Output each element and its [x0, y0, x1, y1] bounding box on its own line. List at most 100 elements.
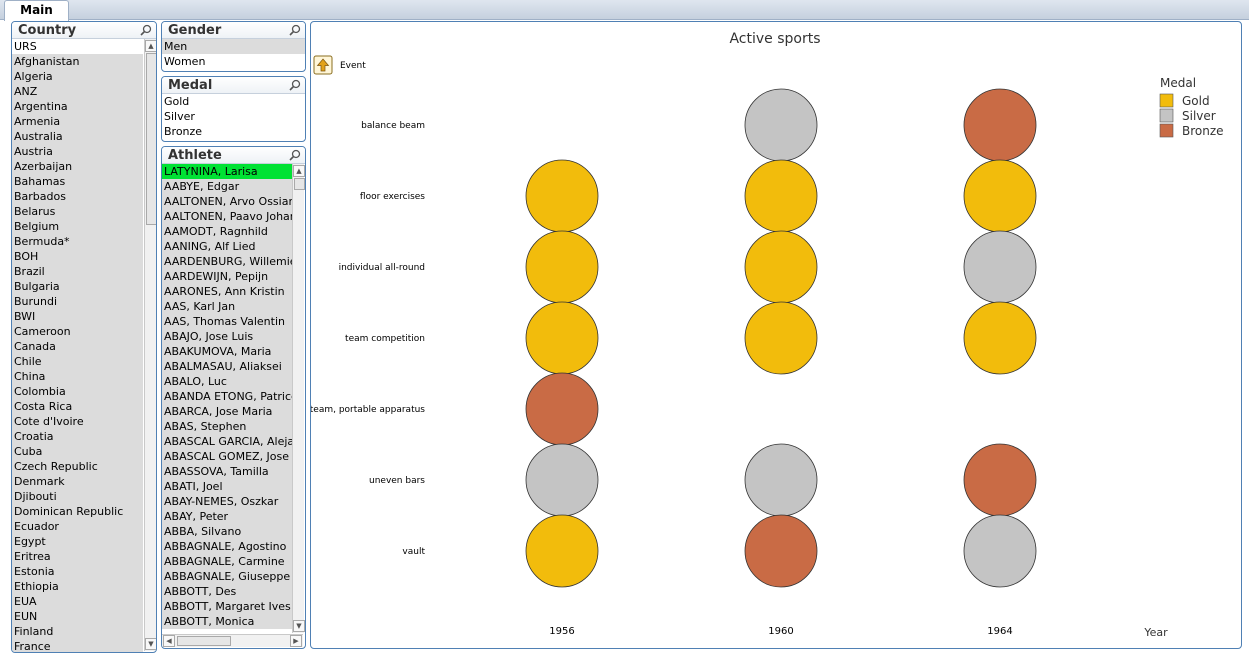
list-item[interactable]: Czech Republic — [12, 459, 143, 474]
list-item[interactable]: ABBOTT, Margaret Ives — [162, 599, 292, 614]
scrollbar-thumb[interactable] — [294, 178, 305, 190]
bubble-bronze[interactable] — [744, 514, 818, 588]
list-item[interactable]: China — [12, 369, 143, 384]
bubble-gold[interactable] — [744, 301, 818, 375]
list-item[interactable]: ABASSOVA, Tamilla — [162, 464, 292, 479]
list-item[interactable]: ABAY, Peter — [162, 509, 292, 524]
list-item[interactable]: Cameroon — [12, 324, 143, 339]
list-item[interactable]: BOH — [12, 249, 143, 264]
list-item[interactable]: Djibouti — [12, 489, 143, 504]
list-item[interactable]: ABALO, Luc — [162, 374, 292, 389]
list-item[interactable]: BWI — [12, 309, 143, 324]
list-item[interactable]: Burundi — [12, 294, 143, 309]
list-item[interactable]: Cuba — [12, 444, 143, 459]
list-item[interactable]: ABAJO, Jose Luis — [162, 329, 292, 344]
list-item[interactable]: Azerbaijan — [12, 159, 143, 174]
search-icon[interactable] — [289, 149, 301, 161]
list-item[interactable]: ABBAGNALE, Carmine — [162, 554, 292, 569]
bubble-silver[interactable] — [525, 443, 599, 517]
search-icon[interactable] — [289, 24, 301, 36]
athlete-horizontal-scrollbar[interactable]: ◀ ▶ — [162, 634, 303, 647]
list-item[interactable]: ABBA, Silvano — [162, 524, 292, 539]
list-item[interactable]: EUN — [12, 609, 143, 624]
list-item[interactable]: URS — [12, 39, 143, 54]
list-item[interactable]: AAS, Thomas Valentin — [162, 314, 292, 329]
scroll-down-arrow-icon[interactable]: ▼ — [145, 638, 156, 650]
list-item[interactable]: Belgium — [12, 219, 143, 234]
list-item[interactable]: Gold — [162, 94, 305, 109]
bubble-gold[interactable] — [963, 159, 1037, 233]
list-item[interactable]: Silver — [162, 109, 305, 124]
list-item[interactable]: AARDENBURG, Willemien — [162, 254, 292, 269]
list-item[interactable]: Costa Rica — [12, 399, 143, 414]
list-item[interactable]: Egypt — [12, 534, 143, 549]
list-item[interactable]: AALTONEN, Paavo Johannes — [162, 209, 292, 224]
horizontal-scrollbar-thumb[interactable] — [177, 636, 231, 646]
bubble-silver[interactable] — [744, 443, 818, 517]
bubble-gold[interactable] — [525, 514, 599, 588]
list-item[interactable]: EUA — [12, 594, 143, 609]
list-item[interactable]: Men — [162, 39, 305, 54]
list-item[interactable]: Canada — [12, 339, 143, 354]
scroll-up-arrow-icon[interactable]: ▲ — [293, 165, 305, 177]
bubble-bronze[interactable] — [525, 372, 599, 446]
search-icon[interactable] — [140, 24, 152, 36]
list-item[interactable]: Croatia — [12, 429, 143, 444]
list-item[interactable]: Eritrea — [12, 549, 143, 564]
list-item[interactable]: Chile — [12, 354, 143, 369]
list-item[interactable]: AAMODT, Ragnhild — [162, 224, 292, 239]
list-item[interactable]: AARDEWIJN, Pepijn — [162, 269, 292, 284]
list-item[interactable]: Austria — [12, 144, 143, 159]
list-item[interactable]: Algeria — [12, 69, 143, 84]
list-item[interactable]: ABAY-NEMES, Oszkar — [162, 494, 292, 509]
list-item[interactable]: ABARCA, Jose Maria — [162, 404, 292, 419]
list-item[interactable]: ABBOTT, Des — [162, 584, 292, 599]
list-item[interactable]: AALTONEN, Arvo Ossian — [162, 194, 292, 209]
athlete-scrollbar[interactable]: ▲ ▼ — [292, 164, 305, 633]
list-item[interactable]: ABASCAL GOMEZ, Jose Manuel — [162, 449, 292, 464]
list-item[interactable]: AARONES, Ann Kristin — [162, 284, 292, 299]
list-item[interactable]: Bahamas — [12, 174, 143, 189]
list-item[interactable]: ABANDA ETONG, Patrice — [162, 389, 292, 404]
list-item[interactable]: Colombia — [12, 384, 143, 399]
list-item[interactable]: Australia — [12, 129, 143, 144]
drill-up-arrow-icon[interactable] — [313, 55, 333, 75]
country-scrollbar[interactable]: ▲ ▼ — [144, 39, 156, 651]
list-item[interactable]: Estonia — [12, 564, 143, 579]
bubble-gold[interactable] — [525, 159, 599, 233]
list-item[interactable]: ABBAGNALE, Giuseppe — [162, 569, 292, 584]
list-item[interactable]: Bermuda* — [12, 234, 143, 249]
scrollbar-thumb[interactable] — [146, 53, 156, 225]
bubble-gold[interactable] — [744, 159, 818, 233]
list-item[interactable]: ABASCAL GARCIA, Alejandro — [162, 434, 292, 449]
bubble-gold[interactable] — [525, 230, 599, 304]
bubble-gold[interactable] — [963, 301, 1037, 375]
scroll-right-arrow-icon[interactable]: ▶ — [290, 635, 302, 647]
tab-main[interactable]: Main — [4, 0, 69, 21]
list-item[interactable]: Armenia — [12, 114, 143, 129]
list-item[interactable]: Brazil — [12, 264, 143, 279]
list-item[interactable]: AANING, Alf Lied — [162, 239, 292, 254]
list-item[interactable]: Ecuador — [12, 519, 143, 534]
list-item[interactable]: LATYNINA, Larisa — [162, 164, 292, 179]
bubble-bronze[interactable] — [963, 443, 1037, 517]
search-icon[interactable] — [289, 79, 301, 91]
list-item[interactable]: Bronze — [162, 124, 305, 139]
list-item[interactable]: Denmark — [12, 474, 143, 489]
list-item[interactable]: France — [12, 639, 143, 652]
scroll-down-arrow-icon[interactable]: ▼ — [293, 620, 305, 632]
list-item[interactable]: Afghanistan — [12, 54, 143, 69]
bubble-gold[interactable] — [525, 301, 599, 375]
list-item[interactable]: AABYE, Edgar — [162, 179, 292, 194]
bubble-silver[interactable] — [963, 514, 1037, 588]
list-item[interactable]: Finland — [12, 624, 143, 639]
list-item[interactable]: ABBOTT, Monica — [162, 614, 292, 629]
list-item[interactable]: Belarus — [12, 204, 143, 219]
list-item[interactable]: Argentina — [12, 99, 143, 114]
list-item[interactable]: AAS, Karl Jan — [162, 299, 292, 314]
list-item[interactable]: Women — [162, 54, 305, 69]
list-item[interactable]: Bulgaria — [12, 279, 143, 294]
list-item[interactable]: Dominican Republic — [12, 504, 143, 519]
scroll-left-arrow-icon[interactable]: ◀ — [163, 635, 175, 647]
list-item[interactable]: Ethiopia — [12, 579, 143, 594]
